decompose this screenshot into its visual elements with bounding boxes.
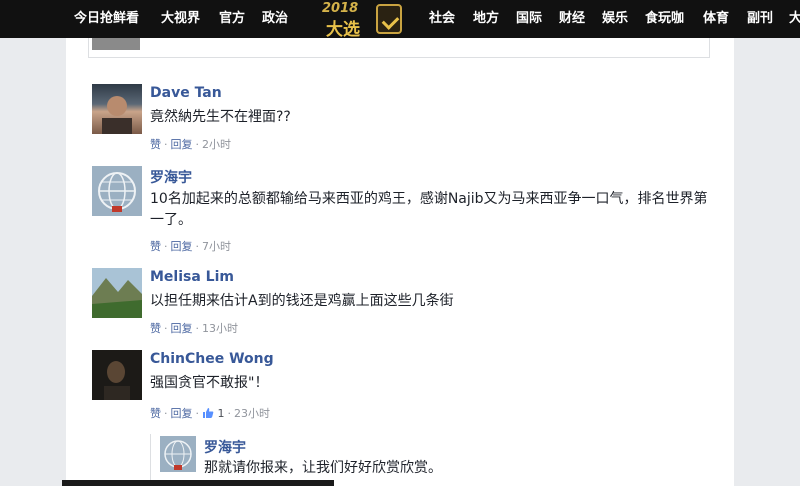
logo-text: 大选 — [326, 20, 360, 40]
election-logo[interactable]: 2018 大选 — [318, 0, 408, 40]
comment-time: 7小时 — [202, 240, 231, 253]
nav-item-entertainment[interactable]: 娱乐 — [602, 0, 628, 38]
nav-item-supplement[interactable]: 副刊 — [747, 0, 773, 38]
comment-time: 13小时 — [202, 322, 238, 335]
dark-portrait-icon — [92, 350, 142, 400]
like-link[interactable]: 赞 — [150, 138, 161, 151]
like-link[interactable]: 赞 — [150, 322, 161, 335]
top-nav-bar: 今日抢鲜看 大视界 官方 政治 2018 大选 社会 地方 国际 财经 娱乐 食… — [0, 0, 800, 40]
comment-time: 23小时 — [234, 407, 270, 420]
avatar[interactable] — [92, 84, 142, 134]
reply-avatar[interactable] — [160, 436, 196, 472]
like-link[interactable]: 赞 — [150, 240, 161, 253]
globe-photo-icon — [160, 436, 196, 472]
bottom-strip — [62, 480, 334, 486]
comment-author[interactable]: ChinChee Wong — [150, 351, 274, 367]
nav-item-today[interactable]: 今日抢鲜看 — [74, 0, 139, 38]
landscape-photo-icon — [92, 268, 142, 318]
nav-item-politics[interactable]: 政治 — [262, 0, 288, 38]
previous-reply-box — [88, 38, 710, 58]
comment-text: 以担任期来估计A到的钱还是鸡赢上面这些几条街 — [150, 293, 454, 309]
reply-link[interactable]: 回复 — [171, 240, 193, 253]
avatar[interactable] — [92, 268, 142, 318]
nav-item-society[interactable]: 社会 — [429, 0, 455, 38]
nav-item-finance[interactable]: 财经 — [559, 0, 585, 38]
comment-time: 2小时 — [202, 138, 231, 151]
comment-author[interactable]: 罗海宇 — [150, 167, 192, 187]
nav-item-food[interactable]: 食玩咖 — [645, 0, 684, 38]
nav-item-local[interactable]: 地方 — [473, 0, 499, 38]
comment-author[interactable]: Dave Tan — [150, 85, 222, 101]
comment-author[interactable]: Melisa Lim — [150, 269, 234, 285]
logo-year: 2018 — [322, 1, 359, 16]
reply-link[interactable]: 回复 — [171, 407, 193, 420]
person-photo-icon — [102, 96, 132, 134]
thumbs-up-icon — [203, 408, 214, 418]
comment-meta: 赞 · 回复 · 13小时 — [150, 322, 238, 335]
comment-text: 10名加起来的总额都输给马来西亚的鸡王，感谢Najib又为马来西亚争一口气，排名… — [150, 191, 708, 228]
comment-meta: 赞 · 回复 · 1 · 23小时 — [150, 407, 270, 420]
like-count: 1 — [217, 407, 225, 420]
avatar[interactable] — [92, 350, 142, 400]
avatar[interactable] — [92, 166, 142, 216]
comment-text: 竟然納先生不在裡面?? — [150, 109, 291, 125]
nav-item-international[interactable]: 国际 — [516, 0, 542, 38]
reply-link[interactable]: 回复 — [171, 138, 193, 151]
ballot-check-icon — [376, 4, 402, 34]
previous-avatar — [92, 38, 140, 50]
comment-text: 强国贪官不敢报"！ — [150, 375, 269, 391]
nav-item-big-view[interactable]: 大视界 — [161, 0, 200, 38]
globe-photo-icon — [92, 166, 142, 216]
nav-item-more[interactable]: 大 — [789, 0, 800, 38]
reply-link[interactable]: 回复 — [171, 322, 193, 335]
nav-item-sports[interactable]: 体育 — [703, 0, 729, 38]
nav-item-official[interactable]: 官方 — [219, 0, 245, 38]
like-link[interactable]: 赞 — [150, 407, 161, 420]
comment-meta: 赞 · 回复 · 7小时 — [150, 240, 231, 253]
comment-meta: 赞 · 回复 · 2小时 — [150, 138, 231, 151]
reply-author[interactable]: 罗海宇 — [204, 437, 246, 457]
reply-text: 那就请你报来，让我们好好欣赏欣赏。 — [204, 460, 442, 476]
reply-thread-line — [150, 434, 151, 486]
